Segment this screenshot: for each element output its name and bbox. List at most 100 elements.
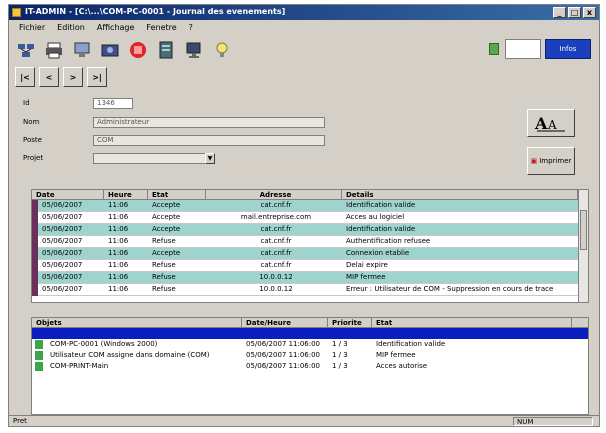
status-panel: NUM <box>513 417 593 426</box>
status-indicator-icon <box>489 43 499 55</box>
print-label: Imprimer <box>539 157 572 165</box>
monitor-icon[interactable] <box>183 39 205 61</box>
table-row[interactable]: 05/06/2007 11:06 Accepte cat.cnf.fr Identifi… <box>32 224 588 236</box>
cell-detail: Authentification refusee <box>346 237 431 245</box>
cell-status: Accepte <box>152 201 181 209</box>
last-record-button[interactable]: >| <box>87 67 107 87</box>
column-details[interactable]: Details <box>342 190 578 199</box>
program-field[interactable]: COM <box>93 135 325 146</box>
list-item[interactable]: Utilisateur COM assigne dans domaine (CO… <box>32 350 588 361</box>
cell-detail: Acces au logiciel <box>346 213 405 221</box>
objects-table: Objets Date/Heure Priorite Etat COM-PC-0… <box>31 317 589 415</box>
project-select[interactable] <box>93 153 209 164</box>
cell-address: mail.entreprise.com <box>240 213 312 221</box>
svg-text:A: A <box>534 114 548 132</box>
cell-state: Identification valide <box>376 340 446 348</box>
column-time[interactable]: Heure <box>104 190 148 199</box>
cell-date: 05/06/2007 <box>42 261 83 269</box>
table-row[interactable]: 05/06/2007 11:06 Refuse cat.cnf.fr Authentif… <box>32 236 588 248</box>
column-date[interactable]: Date <box>32 190 104 199</box>
dropdown-arrow-icon[interactable]: ▼ <box>205 153 215 164</box>
column-priority[interactable]: Priorite <box>328 318 372 327</box>
objects-table-header: Objets Date/Heure Priorite Etat <box>32 318 588 328</box>
user-label: Nom <box>23 118 40 126</box>
cell-state: Acces autorise <box>376 362 428 370</box>
events-table-body: 05/06/2007 11:06 Accepte cat.cnf.fr Identifi… <box>32 200 588 296</box>
printer-icon[interactable] <box>43 39 65 61</box>
menu-bar: Fichier Edition Affichage Fenetre ? <box>9 21 599 34</box>
cell-date: 05/06/2007 <box>42 237 83 245</box>
bulb-icon[interactable] <box>211 39 233 61</box>
status-bar: Pret NUM <box>9 415 599 427</box>
table-row[interactable]: 05/06/2007 11:06 Accepte cat.cnf.fr Identifi… <box>32 200 588 212</box>
cell-address: cat.cnf.fr <box>260 249 292 257</box>
first-record-button[interactable]: |< <box>15 67 35 87</box>
print-button[interactable]: ▣ Imprimer <box>527 147 575 175</box>
column-address[interactable]: Adresse <box>206 190 342 199</box>
user-field[interactable]: Administrateur <box>93 117 325 128</box>
cell-detail: Identification valide <box>346 225 416 233</box>
computer-icon[interactable] <box>71 39 93 61</box>
cell-address: cat.cnf.fr <box>260 237 292 245</box>
cell-priority: 1 / 3 <box>332 351 348 359</box>
column-status[interactable]: Etat <box>148 190 206 199</box>
object-icon <box>35 329 43 338</box>
cell-status: Accepte <box>152 213 181 221</box>
program-label: Poste <box>23 136 42 144</box>
main-window: IT-ADMIN - [C:\...\COM-PC-0001 - Journal… <box>8 4 600 427</box>
column-state[interactable]: Etat <box>372 318 572 327</box>
table-row[interactable]: 05/06/2007 11:06 Refuse 10.0.0.12 MIP fermee <box>32 272 588 284</box>
filter-input[interactable] <box>505 39 541 59</box>
project-label: Projet <box>23 154 44 162</box>
maximize-button[interactable]: □ <box>568 7 581 18</box>
app-icon <box>12 8 21 17</box>
table-row[interactable]: 05/06/2007 11:06 Refuse cat.cnf.fr Delai exp… <box>32 260 588 272</box>
column-objects[interactable]: Objets <box>32 318 242 327</box>
cell-date: 05/06/2007 <box>42 225 83 233</box>
window-controls: _ □ x <box>553 7 596 18</box>
id-field[interactable]: 1346 <box>93 98 133 109</box>
cell-date: 05/06/2007 <box>42 285 83 293</box>
menu-view[interactable]: Affichage <box>93 23 139 32</box>
scroll-thumb[interactable] <box>580 210 587 250</box>
cell-status: Refuse <box>152 285 176 293</box>
cell-time: 11:06 <box>108 285 129 293</box>
cell-time: 11:06 <box>108 225 129 233</box>
events-scrollbar[interactable] <box>578 190 588 302</box>
list-item[interactable]: COM-PRINT-Main 05/06/2007 11:06:00 1 / 3 Ac… <box>32 361 588 372</box>
table-row[interactable]: 05/06/2007 11:06 Accepte mail.entreprise.co… <box>32 212 588 224</box>
cell-address: 10.0.0.12 <box>259 273 293 281</box>
server-icon[interactable] <box>155 39 177 61</box>
cell-state: MIP fermee <box>376 351 416 359</box>
list-item[interactable]: COM-PC-0001 (Windows 2000) 05/06/2007 11:… <box>32 339 588 350</box>
table-row[interactable]: 05/06/2007 11:06 Accepte cat.cnf.fr Connexio… <box>32 248 588 260</box>
cell-object: Utilisateur COM assigne dans domaine (CO… <box>50 351 210 359</box>
next-record-button[interactable]: > <box>63 67 83 87</box>
stop-icon[interactable] <box>127 39 149 61</box>
cell-status: Refuse <box>152 273 176 281</box>
column-datetime[interactable]: Date/Heure <box>242 318 328 327</box>
close-button[interactable]: x <box>583 7 596 18</box>
cell-detail: Connexion etablie <box>346 249 410 257</box>
menu-file[interactable]: Fichier <box>15 23 49 32</box>
cell-object: COM-PRINT-Main <box>50 362 109 370</box>
list-item[interactable] <box>32 328 588 339</box>
scan-icon[interactable] <box>99 39 121 61</box>
info-button[interactable]: Infos <box>545 39 591 59</box>
minimize-button[interactable]: _ <box>553 7 566 18</box>
network-icon[interactable] <box>15 39 37 61</box>
cell-datetime: 05/06/2007 11:06:00 <box>246 340 321 348</box>
menu-edit[interactable]: Edition <box>53 23 89 32</box>
events-table: Date Heure Etat Adresse Details 05/06/20… <box>31 189 589 303</box>
menu-help[interactable]: ? <box>185 23 197 32</box>
title-bar[interactable]: IT-ADMIN - [C:\...\COM-PC-0001 - Journal… <box>9 5 599 20</box>
cell-object <box>46 328 242 339</box>
menu-window[interactable]: Fenetre <box>142 23 180 32</box>
print-icon: ▣ <box>530 157 538 165</box>
prev-record-button[interactable]: < <box>39 67 59 87</box>
cell-time: 11:06 <box>108 273 129 281</box>
cell-datetime <box>242 328 328 339</box>
record-navigation: |< < > >| <box>15 67 107 89</box>
table-row[interactable]: 05/06/2007 11:06 Refuse 10.0.0.12 Erreur : U… <box>32 284 588 296</box>
font-button[interactable]: AA <box>527 109 575 137</box>
